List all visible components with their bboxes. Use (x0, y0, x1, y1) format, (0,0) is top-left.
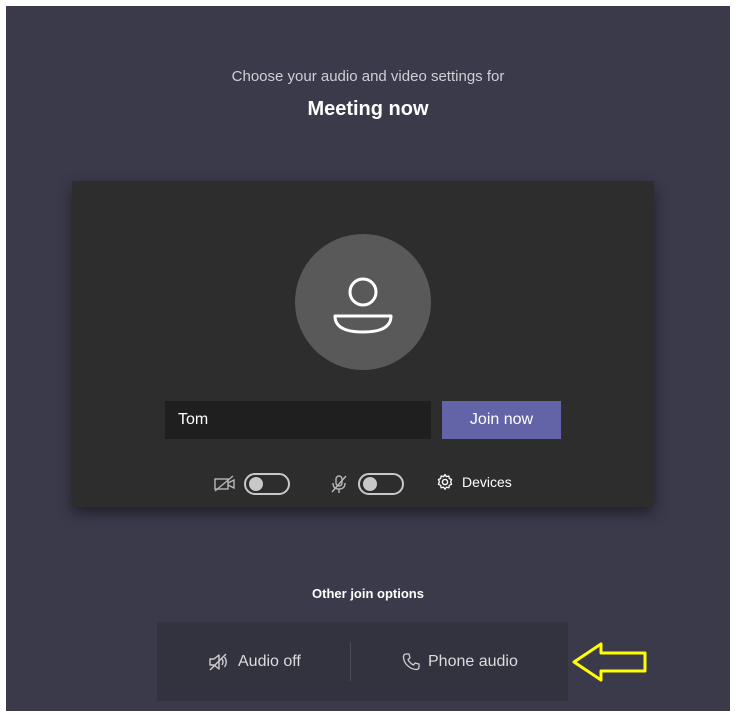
other-join-options-bar: Audio off Phone audio (157, 622, 568, 701)
devices-label: Devices (462, 474, 512, 490)
settings-subtitle: Choose your audio and video settings for (231, 68, 505, 85)
speaker-off-icon (209, 653, 227, 670)
name-input[interactable] (165, 401, 431, 439)
avatar (295, 234, 431, 370)
devices-button[interactable]: Devices (436, 473, 512, 491)
phone-audio-label: Phone audio (428, 652, 518, 670)
join-now-button[interactable]: Join now (442, 401, 561, 439)
left-arrow-icon (572, 642, 647, 682)
phone-icon (402, 652, 420, 670)
mic-off-icon (331, 475, 347, 493)
audio-off-option[interactable]: Audio off (207, 622, 301, 701)
camera-toggle[interactable] (244, 473, 290, 495)
prejoin-screen: Choose your audio and video settings for… (6, 6, 730, 711)
camera-off-icon (214, 475, 235, 492)
options-divider (350, 642, 351, 681)
camera-toggle-knob (249, 477, 263, 491)
audio-off-label: Audio off (238, 652, 301, 670)
gear-icon (437, 473, 453, 490)
microphone-toggle[interactable] (358, 473, 404, 495)
video-preview-panel: Join now Devices (72, 181, 654, 507)
meeting-title: Meeting now (307, 98, 429, 120)
person-icon (333, 277, 393, 334)
microphone-toggle-knob (363, 477, 377, 491)
phone-audio-option[interactable]: Phone audio (401, 622, 518, 701)
other-join-options-label: Other join options (312, 586, 424, 601)
